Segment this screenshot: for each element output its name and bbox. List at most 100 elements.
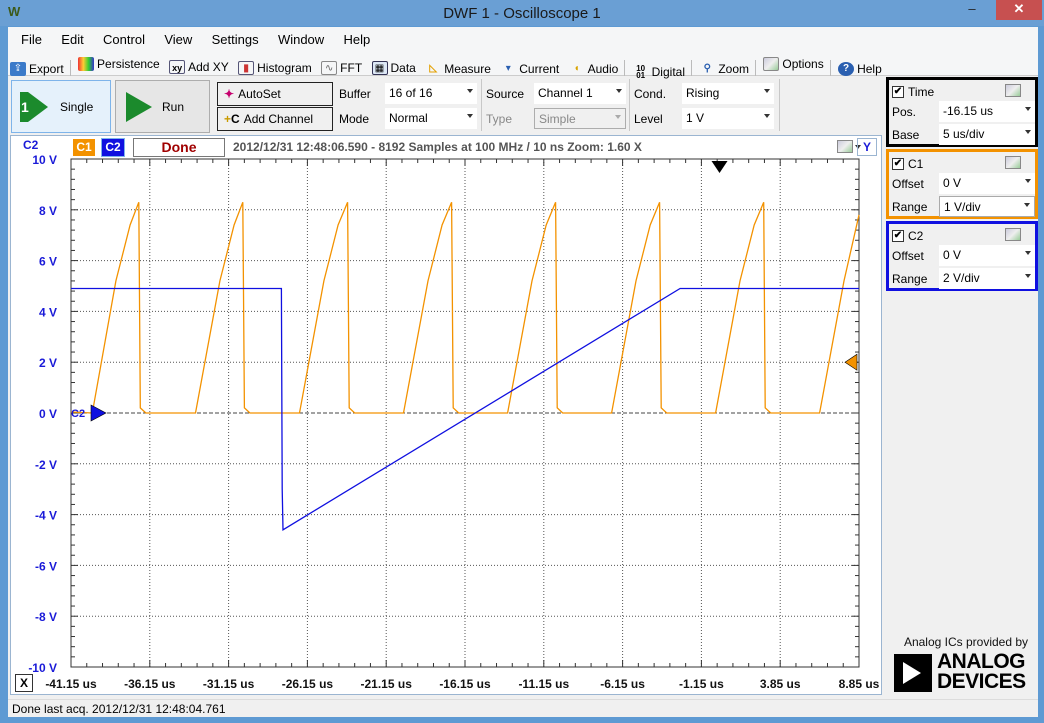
export-label: Export [29,62,64,76]
time-header: ✔ Time [889,80,1035,100]
divider [629,79,630,131]
cond-label: Cond. [634,87,667,101]
offset-label: Offset [892,177,924,191]
c2-header: ✔ C2 [889,224,1035,244]
close-button[interactable]: ✕ [996,0,1042,20]
run-button[interactable]: Run [115,80,210,133]
add-xy-button[interactable]: xy Add XY [167,56,233,78]
play-icon [126,91,152,122]
c1-enable-checkbox[interactable]: ✔ [892,157,904,170]
trigger-level-input[interactable]: 1 V [682,108,774,129]
mode-select[interactable]: Normal [385,108,477,129]
range-value: 2 V/div [943,271,980,285]
data-button[interactable]: ▦ Data [370,57,420,79]
type-label: Type [486,112,513,126]
analog-devices-mark-icon [894,654,932,692]
x-tick-label: -21.15 us [361,677,413,691]
menu-control[interactable]: Control [96,27,152,47]
histogram-icon: ▮ [238,61,255,75]
menu-settings[interactable]: Settings [205,27,266,47]
acquisition-controls: 1 Single Run ✦ AutoSet +C Add Channel Bu… [8,77,883,133]
c1-range-select[interactable]: 1 V/div [939,196,1035,217]
range-label: Range [892,272,928,286]
y-tick-label: 0 V [39,407,57,421]
status-text: Done last acq. 2012/12/31 12:48:04.761 [12,702,226,716]
chevron-down-icon [1025,251,1031,255]
c1-options-icon[interactable] [1005,156,1021,169]
minimize-button[interactable]: – [958,0,986,20]
level-value: 1 V [686,111,705,125]
time-enable-checkbox[interactable]: ✔ [892,85,904,98]
chevron-down-icon [615,115,621,119]
c2-offset-input[interactable]: 0 V [939,245,1035,266]
waveform-plot[interactable]: 10 V 8 V 6 V 4 V 2 V 0 V -2 V -4 V -6 V -8 V -10 V… [11,136,883,696]
magic-wand-icon: ✦ [224,87,235,101]
time-title: Time [908,84,935,99]
trigger-condition-select[interactable]: Rising [682,83,774,104]
range-value: 1 V/div [944,200,981,214]
menu-bar: File Edit Control View Settings Window H… [8,27,1038,52]
y-tick-label: 8 V [39,204,57,218]
menu-help[interactable]: Help [337,27,378,47]
x-tick-label: -1.15 us [679,677,724,691]
autoset-button[interactable]: ✦ AutoSet [217,82,333,106]
persistence-button[interactable]: Persistence [76,53,164,75]
x-tick-label: -31.15 us [203,677,255,691]
y-tick-label: -4 V [35,509,57,523]
c2-enable-checkbox[interactable]: ✔ [892,229,904,242]
menu-edit[interactable]: Edit [54,27,90,47]
x-axis-button[interactable]: X [15,674,33,692]
menu-file[interactable]: File [14,27,49,47]
zoom-label: Zoom [718,62,750,76]
options-button[interactable]: Options [761,53,827,75]
c2-options-icon[interactable] [1005,228,1021,241]
menu-window[interactable]: Window [271,27,331,47]
mode-label: Mode [339,112,370,126]
channel-2-settings: ✔ C2 Offset 0 V Range 2 V/div [886,221,1038,291]
histogram-button[interactable]: ▮ Histogram [236,57,316,79]
time-base-select[interactable]: 5 us/div [939,124,1035,145]
options-label: Options [782,57,824,71]
main-window: File Edit Control View Settings Window H… [8,27,1038,717]
add-channel-button[interactable]: +C Add Channel [217,107,333,131]
add-channel-icon: +C [224,112,240,126]
persistence-icon [78,57,95,71]
trigger-source-select[interactable]: Channel 1 [534,83,626,104]
brand-name: ANALOG DEVICES [937,650,1026,693]
chevron-down-icon [1024,203,1030,207]
cond-value: Rising [686,86,720,100]
add-xy-label: Add XY [188,60,229,74]
single-button[interactable]: 1 Single [11,80,111,133]
c1-header: ✔ C1 [889,152,1035,172]
toolbar: ⇪ Export Persistence xy Add XY ▮ Histogram … [8,52,1038,80]
menu-view[interactable]: View [157,27,199,47]
x-tick-label: -41.15 us [45,677,97,691]
divider [779,79,780,131]
y-tick-label: 10 V [32,153,57,167]
chevron-down-icon [616,89,622,93]
channel-1-settings: ✔ C1 Offset 0 V Range 1 V/div [886,149,1038,219]
time-position-input[interactable]: -16.15 us [939,101,1035,122]
trigger-type-select: Simple [534,108,626,129]
y-tick-label: -2 V [35,458,57,472]
c1-offset-input[interactable]: 0 V [939,173,1035,194]
data-table-icon: ▦ [371,61,388,75]
provided-by-text: Analog ICs provided by [903,635,1029,649]
chevron-down-icon [764,114,770,118]
chevron-down-icon [467,114,473,118]
x-tick-label: -26.15 us [282,677,334,691]
buffer-select[interactable]: 16 of 16 [385,83,477,104]
offset-value: 0 V [943,176,962,190]
source-value: Channel 1 [538,86,593,100]
fft-button[interactable]: ∿ FFT [319,57,366,79]
c2-offset-marker-label: C2 [71,408,85,420]
type-value: Simple [539,112,576,126]
x-tick-label: -36.15 us [124,677,176,691]
time-options-icon[interactable] [1005,84,1021,97]
y-tick-label: -6 V [35,559,57,573]
x-tick-label: 8.85 us [839,677,880,691]
export-icon: ⇪ [10,62,26,76]
add-channel-label: Add Channel [243,112,314,126]
title-bar: W DWF 1 - Oscilloscope 1 – □ ✕ [0,0,1044,26]
c2-range-select[interactable]: 2 V/div [939,268,1035,289]
